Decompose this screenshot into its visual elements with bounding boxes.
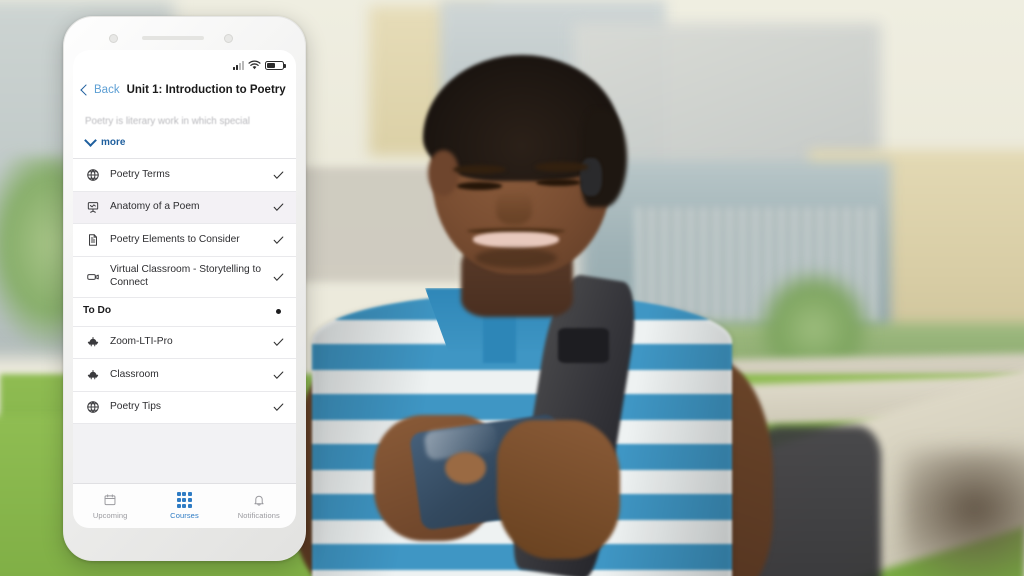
grid-icon [176,492,193,508]
back-label: Back [94,84,120,96]
list-item-label: Virtual Classroom - Storytelling to Conn… [110,264,261,288]
tab-notifications[interactable]: Notifications [222,493,296,520]
list-item[interactable]: Zoom-LTI-Pro [73,326,296,359]
list-item[interactable]: Poetry Tips [73,391,296,424]
course-description-text: Poetry is literary work in which special [85,116,250,127]
list-item-label: Zoom-LTI-Pro [110,336,173,347]
unread-dot-indicator [272,309,285,314]
eyebrow-right [534,162,588,172]
list-item[interactable]: Classroom [73,359,296,392]
mouth [473,231,560,248]
course-description-block: Poetry is literary work in which special… [73,106,296,159]
eye-left [456,182,502,190]
front-camera-icon [109,34,118,43]
tab-label: Courses [170,510,199,520]
list-item-label: Classroom [110,368,159,380]
projector-stand-icon [83,335,103,349]
wifi-icon [248,60,261,70]
projector-stand-icon [83,368,103,382]
tab-courses[interactable]: Courses [147,492,221,520]
checkmark-icon [272,233,285,247]
chevron-left-icon [80,84,92,96]
phone-mockup: Back Unit 1: Introduction to Poetry Poet… [63,16,306,561]
module-list: Poetry Terms Anatomy of a Poem Poetry Elem… [73,159,296,424]
section-label: To Do [83,305,112,317]
video-icon [83,270,103,284]
list-item-label: Poetry Elements to Consider [110,233,240,245]
list-item[interactable]: Poetry Elements to Consider [73,224,296,257]
checkmark-icon [272,200,285,214]
hand-right [496,420,620,559]
list-item-label: Poetry Tips [110,401,161,412]
list-item[interactable]: Anatomy of a Poem [73,191,296,224]
eye-right [535,178,581,187]
document-icon [83,233,103,247]
backpack-strap-clip [558,328,610,363]
sensor-icon [224,34,233,43]
calendar-icon [103,493,117,508]
checkmark-icon [272,335,285,349]
projector-icon [83,200,103,214]
earpiece-speaker [142,36,204,40]
bottom-tab-bar: Upcoming Courses Notifications [73,483,296,528]
checkmark-icon [272,400,285,414]
eyebrow-left [452,164,506,174]
thumb [445,452,487,484]
more-button[interactable]: more [84,134,284,148]
globe-icon [83,168,103,182]
more-label: more [101,137,126,148]
globe-icon [83,400,103,414]
tab-upcoming[interactable]: Upcoming [73,493,147,520]
bell-icon [252,493,266,508]
checkmark-icon [272,368,285,382]
status-bar [73,50,296,76]
list-section-header: To Do [73,297,296,327]
back-button[interactable]: Back [80,84,120,96]
ear [428,149,459,196]
nose [495,190,533,225]
list-empty-area [73,424,296,483]
phone-screen: Back Unit 1: Introduction to Poetry Poet… [73,50,296,528]
list-item-label: Poetry Terms [110,168,170,180]
tab-label: Upcoming [92,510,128,520]
nav-bar: Back Unit 1: Introduction to Poetry [73,76,296,106]
battery-icon [265,60,286,70]
checkmark-icon [272,168,285,182]
list-item[interactable]: Virtual Classroom - Storytelling to Conn… [73,256,296,298]
checkmark-icon [272,270,285,284]
tab-label: Notifications [237,510,280,520]
list-item-label: Anatomy of a Poem [110,201,200,212]
chevron-down-icon [84,134,97,147]
cellular-signal-icon [233,60,244,70]
list-item[interactable]: Poetry Terms [73,159,296,192]
screenshot-stage: Back Unit 1: Introduction to Poetry Poet… [0,0,1024,576]
page-title: Unit 1: Introduction to Poetry [126,84,286,96]
